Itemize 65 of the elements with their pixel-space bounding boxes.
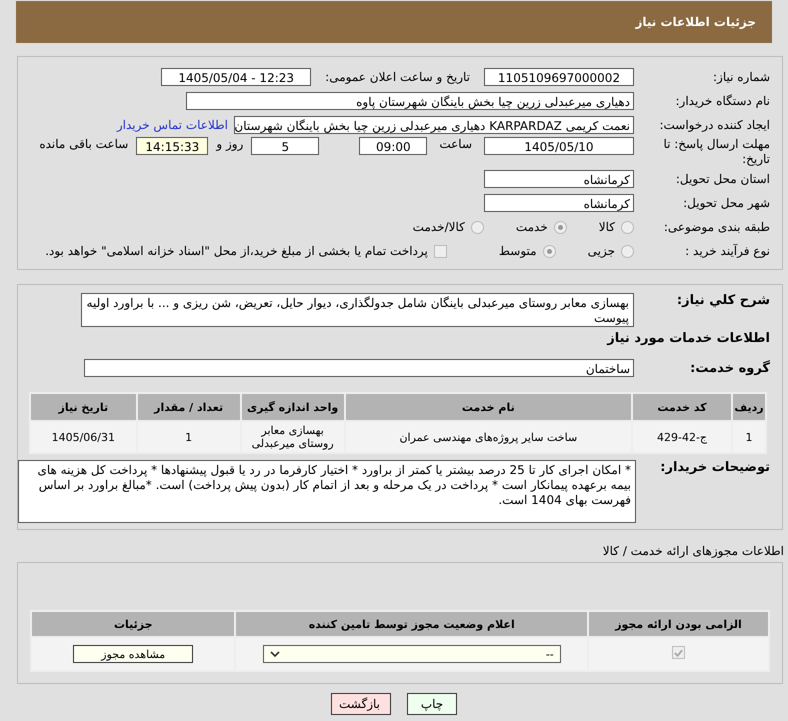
column-header: ردیف <box>732 393 766 421</box>
deadline-date-field: 1405/05/10 <box>484 137 634 155</box>
radio-label: متوسط <box>498 244 537 258</box>
radio-label: کالا/خدمت <box>412 220 465 234</box>
column-header: جزئیات <box>31 611 236 637</box>
days-field: 5 <box>251 137 320 155</box>
service-group-field: ساختمان <box>84 359 634 377</box>
view-permit-button[interactable]: مشاهده مجوز <box>73 645 194 663</box>
deadline-time-field: 09:00 <box>359 137 428 155</box>
buyer-field: دهیاری میرعبدلی زرین چیا بخش باینگان شهرستان پاوه <box>186 92 634 110</box>
table-cell: ج-42-429 <box>632 421 732 453</box>
field-label: نوع فرآیند خرید : <box>684 244 770 258</box>
requester-field: نعمت کریمی KARPARDAZ دهیاری میرعبدلی زرین چیا بخش باینگان شهرستان <box>234 116 634 134</box>
column-header: واحد اندازه گیری <box>240 393 345 421</box>
days-label: روز و <box>216 137 244 151</box>
column-header: نام خدمت <box>344 393 632 421</box>
table-cell: 1 <box>732 421 766 453</box>
remaining-label: ساعت باقی مانده <box>39 137 128 151</box>
buyer-contact-link[interactable]: اطلاعات تماس خریدار <box>116 118 228 132</box>
table-cell: 1 <box>136 421 241 453</box>
field-label: نام دستگاه خریدار: <box>674 94 770 108</box>
print-button[interactable]: چاپ <box>407 693 457 715</box>
field-label: طبقه بندی موضوعی: <box>662 220 770 234</box>
field-label: شرح کلي نیاز: <box>676 293 770 308</box>
field-label: توضیحات خریدار: <box>659 460 770 475</box>
checkbox[interactable] <box>672 646 686 660</box>
radio-button[interactable] <box>621 244 634 258</box>
table-cell: ساخت سایر پروژه‌های مهندسی عمران <box>344 421 632 453</box>
field-label: شماره نیاز: <box>712 70 770 84</box>
radio-label: کالا <box>598 220 615 234</box>
radio-label: خدمت <box>516 220 548 234</box>
radio-button[interactable] <box>554 220 567 234</box>
buyer-notes-box: * امکان اجرای کار تا 25 درصد بیشتر یا کمتر از براورد * اختیار کارفرما در رد یا قبول پیشنهادها * پرداخت کل هزینه های بیمه برعهده پیمانکار است * پرداخت در یک مرحله و بعد از اتمام کار (بدون پیش پرداخت) است. *مبالغ براورد بر اساس فهرست بهای 1404 است. <box>18 460 636 523</box>
checkbox[interactable] <box>434 244 447 258</box>
field-label: تاریخ و ساعت اعلان عمومی: <box>325 70 470 84</box>
chevron-icon <box>270 651 280 657</box>
table-cell: 1405/06/31 <box>30 421 137 453</box>
province-field: کرمانشاه <box>484 170 634 188</box>
column-header: اعلام وضعیت مجوز توسط تامین کننده <box>235 611 588 637</box>
remaining-time-field: 14:15:33 <box>136 137 208 155</box>
need-number-field: 1105109697000002 <box>484 68 634 86</box>
field-label: شهر محل تحویل: <box>682 196 770 210</box>
status-dropdown[interactable]: -- <box>262 645 561 663</box>
field-label: مهلت ارسال پاسخ: تا تاریخ: <box>662 137 770 167</box>
time-label: ساعت <box>439 137 472 151</box>
section-title: اطلاعات خدمات مورد نیاز <box>606 330 771 348</box>
column-header: تاریخ نیاز <box>30 393 137 421</box>
column-header: الزامی بودن ارائه مجوز <box>588 611 769 637</box>
page-title: جزئیات اطلاعات نیاز <box>635 15 756 29</box>
payment-label: پرداخت تمام یا بخشی از مبلغ خرید،از محل "اسناد خزانه اسلامی" خواهد بود. <box>45 244 428 258</box>
back-button[interactable]: بازگشت <box>331 693 391 715</box>
description-box: بهسازی معابر روستای میرعبدلی باینگان شامل جدولگذاری، دیوار حایل، تعریض، شن ریزی و ... با براورد اولیه پیوست <box>81 293 634 327</box>
field-label: استان محل تحویل: <box>674 172 770 186</box>
column-header: تعداد / مقدار <box>136 393 241 421</box>
radio-button[interactable] <box>621 220 634 234</box>
radio-label: جزیی <box>588 244 615 258</box>
city-field: کرمانشاه <box>484 194 634 212</box>
table-cell: بهسازی معابر روستای میرعبدلی <box>240 421 345 453</box>
announce-date-field: 1405/05/04 - 12:23 <box>161 68 312 86</box>
radio-button[interactable] <box>470 220 484 234</box>
field-label: گروه خدمت: <box>689 360 770 376</box>
section-title: اطلاعات مجوزهای ارائه خدمت / کالا <box>602 544 784 558</box>
column-header: کد خدمت <box>632 393 732 421</box>
radio-button[interactable] <box>542 244 556 258</box>
field-label: ایجاد کننده درخواست: <box>658 118 770 132</box>
